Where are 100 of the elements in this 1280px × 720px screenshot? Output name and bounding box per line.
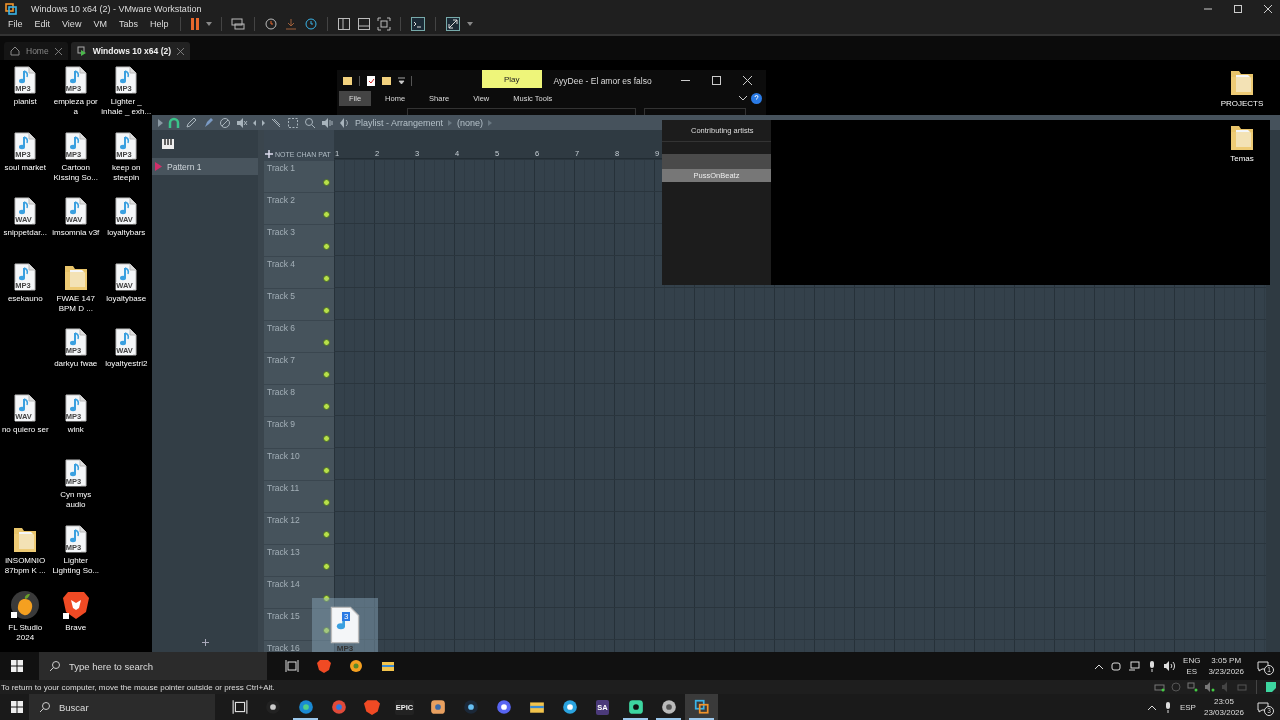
clock-date[interactable]: 23/03/2026 (1203, 707, 1244, 718)
led-icon[interactable] (323, 339, 330, 346)
windows-logo-icon[interactable] (11, 701, 23, 713)
led-icon[interactable] (323, 371, 330, 378)
volume-icon[interactable] (1164, 661, 1176, 671)
forbidden-icon[interactable] (219, 116, 231, 129)
piano-icon[interactable] (162, 139, 174, 149)
search-field[interactable]: Type here to search (39, 652, 267, 680)
context-tab[interactable]: Play (482, 70, 542, 88)
clock-icon[interactable] (304, 17, 319, 31)
clock-icon[interactable] (264, 17, 279, 31)
led-icon[interactable] (323, 179, 330, 186)
led-icon[interactable] (323, 499, 330, 506)
tab[interactable]: Home (4, 42, 68, 60)
file-name: Cyn mys audio (59, 490, 93, 510)
knife-icon[interactable] (270, 116, 282, 129)
fit-screen-icon[interactable] (377, 17, 392, 31)
pause-icon[interactable] (190, 17, 201, 31)
track-name: Track 6 (267, 323, 296, 333)
windows-logo-icon[interactable] (11, 660, 23, 672)
console-icon[interactable] (410, 16, 427, 32)
led-icon[interactable] (323, 275, 330, 282)
menu-item[interactable]: Edit (31, 17, 54, 31)
chevron-down-icon[interactable] (739, 96, 747, 101)
sidebar-layout-icon[interactable] (337, 17, 352, 31)
maximize-icon[interactable] (712, 76, 721, 85)
led-icon[interactable] (323, 243, 330, 250)
menu-item[interactable]: File (5, 17, 26, 31)
dropdown-icon[interactable] (398, 77, 405, 84)
address-field[interactable] (407, 108, 636, 115)
taskbar-app[interactable] (685, 694, 718, 720)
file-name: wink (67, 424, 84, 435)
led-icon[interactable] (323, 211, 330, 218)
clock-time[interactable]: 3:05 PM (1211, 655, 1242, 666)
download-icon[interactable] (284, 17, 299, 31)
track-name: Track 2 (267, 195, 296, 205)
checklist-icon[interactable] (366, 75, 376, 86)
maximize-icon[interactable] (1234, 5, 1242, 13)
file-type-label: MP3 (336, 643, 354, 652)
menu-item[interactable]: VM (90, 17, 110, 31)
folder-icon[interactable] (381, 659, 395, 673)
led-icon[interactable] (323, 595, 330, 602)
pattern-item[interactable]: Pattern 1 (152, 158, 258, 175)
language-indicator[interactable]: ESP (1179, 702, 1196, 712)
folder-icon[interactable] (382, 75, 392, 86)
led-icon[interactable] (323, 563, 330, 570)
led-icon[interactable] (323, 307, 330, 314)
file-name: loyaltybase (106, 293, 147, 304)
file-name: no quiero ser (1, 424, 49, 435)
close-icon[interactable] (743, 76, 752, 85)
arrangement-name[interactable]: (none) (457, 117, 484, 128)
caret-icon[interactable] (206, 22, 213, 26)
brush-icon[interactable] (202, 116, 214, 129)
window-title: Playlist - Arrangement (355, 117, 444, 128)
search-field[interactable] (644, 108, 746, 115)
zoom-icon[interactable] (304, 116, 316, 129)
scrollbar[interactable] (1266, 130, 1280, 652)
led-icon[interactable] (323, 467, 330, 474)
folder-icon[interactable] (1230, 68, 1254, 96)
tab[interactable]: Windows 10 x64 (2) (70, 42, 191, 60)
microphone-icon[interactable] (1148, 660, 1157, 672)
track-name: Track 13 (267, 547, 300, 557)
arrow-right-icon[interactable] (158, 118, 163, 127)
menu-item[interactable]: Tabs (115, 17, 141, 31)
language-indicator[interactable]: ENG (1183, 655, 1201, 666)
track-name: Track 9 (267, 419, 296, 429)
led-icon[interactable] (323, 403, 330, 410)
file-name: empieza por a (52, 97, 99, 117)
keyboard-send-icon[interactable] (231, 17, 246, 31)
mute-icon[interactable] (236, 116, 248, 129)
camera-icon[interactable] (1111, 661, 1122, 671)
file-name: Brave (65, 623, 87, 633)
led-icon[interactable] (323, 435, 330, 442)
file-name: soul market (4, 162, 46, 173)
clock-date[interactable]: 3/23/2026 (1208, 666, 1244, 677)
clock-time[interactable]: 23:05 (1213, 696, 1234, 707)
pencil-icon[interactable] (185, 116, 197, 129)
close-icon[interactable] (1264, 5, 1272, 13)
plus-icon[interactable] (201, 639, 209, 646)
search-field[interactable]: Buscar (29, 694, 215, 720)
chevron-up-icon[interactable] (1095, 663, 1104, 669)
squares-logo-icon (693, 699, 710, 715)
led-icon[interactable] (323, 531, 330, 538)
menu-item[interactable]: Help (146, 17, 172, 31)
fullscreen-icon[interactable] (445, 16, 462, 32)
menu-item[interactable]: View (59, 17, 85, 31)
microphone-icon[interactable] (1163, 701, 1172, 713)
magnet-icon[interactable] (168, 116, 180, 129)
select-icon[interactable] (287, 116, 299, 129)
note-icon[interactable] (1266, 682, 1276, 692)
folder-icon[interactable] (343, 75, 353, 86)
drive-icon[interactable] (1154, 682, 1165, 692)
network-icon[interactable] (1187, 682, 1198, 692)
language-indicator[interactable]: ES (1186, 666, 1198, 677)
task-view-icon[interactable] (285, 659, 299, 673)
panel-layout-icon[interactable] (357, 17, 372, 31)
caret-icon[interactable] (467, 22, 474, 26)
monitor-icon[interactable] (1129, 661, 1141, 671)
chevron-up-icon[interactable] (1147, 704, 1156, 710)
help-icon[interactable] (751, 93, 762, 104)
